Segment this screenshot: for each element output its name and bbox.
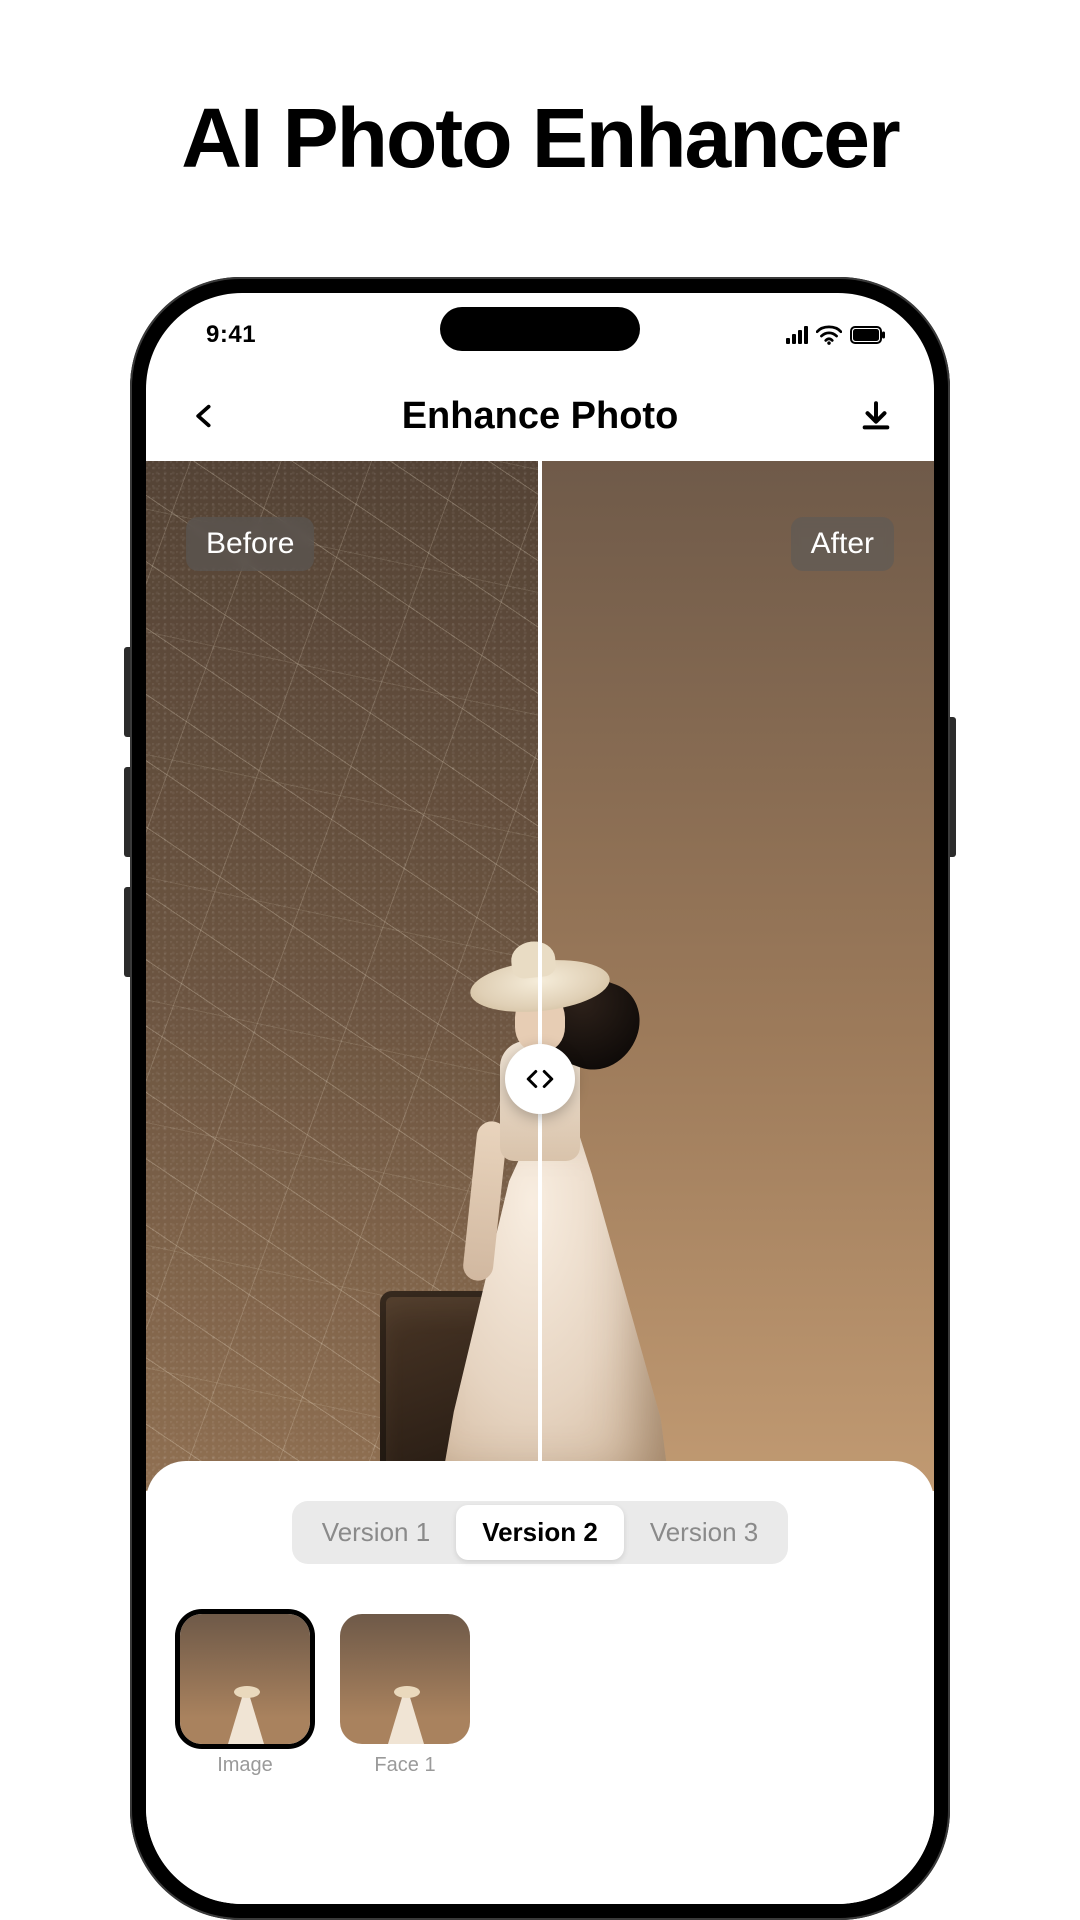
back-button[interactable]: [176, 388, 232, 444]
thumbnail-list: Image Face 1: [176, 1614, 470, 1777]
download-button[interactable]: [848, 388, 904, 444]
after-badge: After: [791, 517, 894, 571]
page-title: Enhance Photo: [402, 395, 679, 438]
compare-divider[interactable]: [538, 461, 542, 1491]
chevron-right-icon: [541, 1069, 555, 1089]
battery-icon: [850, 326, 886, 344]
compare-slider-handle[interactable]: [505, 1044, 575, 1114]
thumbnail-image[interactable]: Image: [180, 1614, 310, 1777]
download-icon: [859, 399, 893, 433]
status-time: 9:41: [206, 321, 256, 349]
before-badge: Before: [186, 517, 314, 571]
wifi-icon: [816, 325, 842, 345]
version-tab-3[interactable]: Version 3: [624, 1505, 784, 1560]
thumbnail-preview: [340, 1614, 470, 1744]
thumbnail-face-1[interactable]: Face 1: [340, 1614, 470, 1777]
phone-screen: 9:41: [146, 293, 934, 1904]
nav-bar: Enhance Photo: [146, 371, 934, 461]
chevron-left-icon: [525, 1069, 539, 1089]
phone-frame: 9:41: [130, 277, 950, 1920]
version-segmented-control: Version 1 Version 2 Version 3: [292, 1501, 788, 1564]
thumbnail-label: Face 1: [374, 1754, 435, 1777]
version-tab-2[interactable]: Version 2: [456, 1505, 624, 1560]
thumbnail-label: Image: [217, 1754, 273, 1777]
chevron-left-icon: [190, 398, 218, 434]
version-tab-1[interactable]: Version 1: [296, 1505, 456, 1560]
dynamic-island: [440, 307, 640, 351]
before-after-viewer[interactable]: Before After: [146, 461, 934, 1491]
bottom-panel: Version 1 Version 2 Version 3 Image Face…: [146, 1461, 934, 1904]
status-icons: [786, 325, 886, 345]
hero-title: AI Photo Enhancer: [181, 90, 898, 187]
cellular-signal-icon: [786, 326, 808, 344]
thumbnail-preview: [180, 1614, 310, 1744]
